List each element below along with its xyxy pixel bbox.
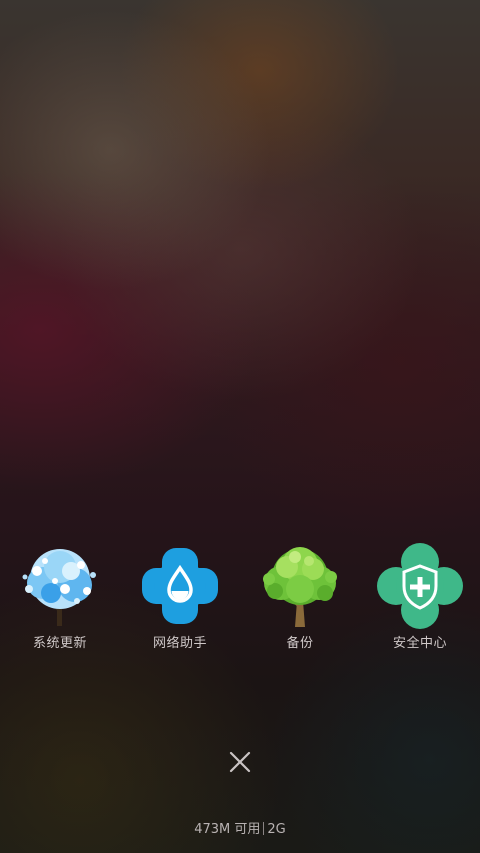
close-button[interactable] [220, 742, 260, 782]
security-center-shortcut[interactable]: 安全中心 [360, 540, 480, 660]
close-icon [229, 751, 251, 773]
system-update-shortcut[interactable]: 系统更新 [0, 540, 120, 660]
blurred-wallpaper [0, 0, 480, 853]
backup-shortcut[interactable]: 备份 [240, 540, 360, 660]
system-update-label: 系统更新 [32, 636, 87, 651]
security-center-label: 安全中心 [392, 636, 447, 651]
quick-shortcuts: 系统更新 网络助手 备份 安全中心 [0, 540, 480, 660]
shield-clover-icon [372, 540, 468, 632]
water-drop-clover-icon [132, 540, 228, 632]
snow-tree-icon [12, 540, 108, 632]
green-tree-icon [252, 540, 348, 632]
total-memory: 2G [267, 822, 286, 837]
backup-label: 备份 [286, 636, 314, 651]
network-assistant-shortcut[interactable]: 网络助手 [120, 540, 240, 660]
memory-status: 473M 可用 2G [0, 818, 480, 837]
network-assistant-label: 网络助手 [152, 636, 207, 651]
divider [263, 822, 265, 835]
available-memory: 473M 可用 [194, 822, 261, 837]
